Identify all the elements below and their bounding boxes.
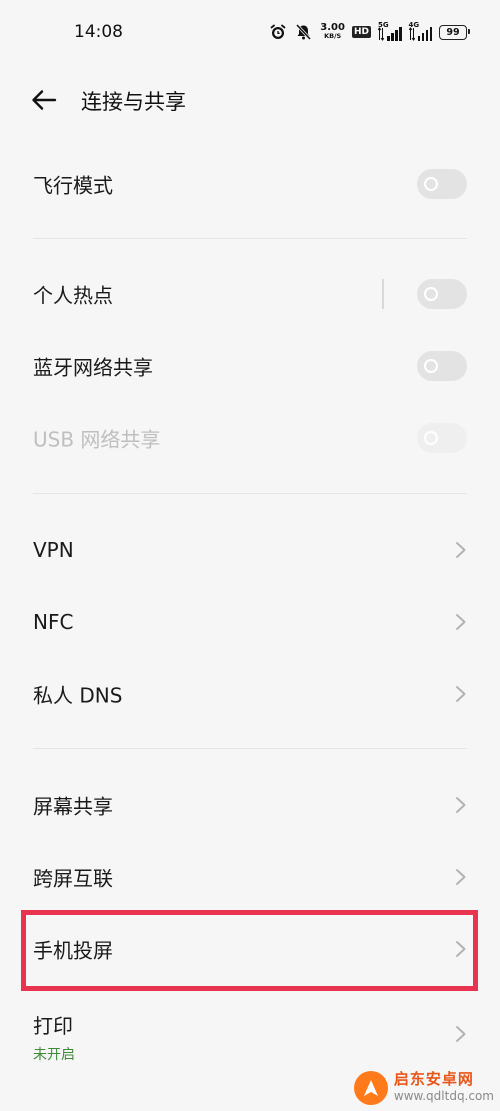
personal-hotspot-row[interactable]: 个人热点 [0, 258, 500, 330]
watermark-logo-icon [353, 1071, 388, 1105]
section-divider [33, 748, 467, 749]
sim2-signal-icon: 4G [408, 21, 432, 41]
phone-cast-label: 手机投屏 [33, 938, 113, 963]
usb-tethering-toggle [417, 423, 467, 453]
personal-hotspot-label: 个人热点 [33, 283, 113, 308]
chevron-right-icon [456, 869, 466, 885]
bluetooth-tethering-label: 蓝牙网络共享 [33, 355, 153, 380]
battery-icon: 99 [439, 24, 470, 40]
net-speed-unit: KB/S [324, 32, 342, 40]
watermark-text: 启东安卓网 www.qdltdq.com [394, 1071, 494, 1105]
airplane-mode-toggle[interactable] [417, 169, 467, 199]
watermark: 启东安卓网 www.qdltdq.com [353, 1071, 494, 1105]
status-bar: 14:08 3.00 KB/S HD 5G 4G 99 [0, 0, 500, 64]
hd-voice-badge: HD [351, 26, 371, 38]
battery-level: 99 [446, 26, 460, 38]
sim1-signal-icon: 5G [378, 21, 402, 41]
screen-share-row[interactable]: 屏幕共享 [0, 769, 500, 841]
bluetooth-tethering-row[interactable]: 蓝牙网络共享 [0, 330, 500, 402]
airplane-mode-row[interactable]: 飞行模式 [0, 148, 500, 220]
back-button[interactable] [22, 82, 66, 118]
data-arrows-icon [378, 27, 384, 41]
sim2-network-label: 4G [408, 21, 420, 29]
mute-icon [296, 23, 312, 41]
toggle-knob [424, 359, 438, 373]
alarm-icon [270, 24, 286, 39]
chevron-right-icon [456, 686, 466, 702]
back-arrow-icon [32, 90, 57, 110]
chevron-right-icon [456, 614, 466, 630]
chevron-right-icon [456, 941, 466, 957]
chevron-right-icon [456, 542, 466, 558]
chevron-right-icon [456, 1026, 466, 1042]
vertical-divider [382, 279, 384, 309]
vpn-label: VPN [33, 538, 74, 562]
screen-share-label: 屏幕共享 [33, 794, 113, 819]
net-speed: 3.00 KB/S [320, 23, 345, 41]
status-time: 14:08 [74, 22, 123, 42]
toggle-knob [424, 431, 438, 445]
section-divider [33, 493, 467, 494]
section-divider [33, 238, 467, 239]
watermark-name: 启东安卓网 [393, 1070, 474, 1088]
data-arrows-icon [408, 27, 415, 41]
print-status: 未开启 [33, 1047, 75, 1063]
bluetooth-tethering-toggle[interactable] [417, 351, 467, 381]
nfc-row[interactable]: NFC [0, 586, 500, 658]
print-label: 打印 [33, 1014, 73, 1038]
nfc-label: NFC [33, 610, 74, 634]
toggle-knob [424, 287, 438, 301]
sim1-network-label: 5G [378, 21, 389, 29]
vpn-row[interactable]: VPN [0, 514, 500, 586]
chevron-right-icon [456, 797, 466, 813]
private-dns-label: 私人 DNS [33, 683, 123, 708]
watermark-url: www.qdltdq.com [393, 1089, 494, 1103]
print-row[interactable]: 打印 未开启 [0, 994, 500, 1074]
airplane-mode-label: 飞行模式 [33, 173, 113, 198]
usb-tethering-row: USB 网络共享 [0, 402, 500, 474]
net-speed-value: 3.00 [320, 22, 345, 33]
page-title: 连接与共享 [81, 90, 186, 114]
cross-screen-row[interactable]: 跨屏互联 [0, 841, 500, 913]
cross-screen-label: 跨屏互联 [33, 866, 113, 891]
status-icons: 3.00 KB/S HD 5G 4G 99 [269, 20, 470, 44]
personal-hotspot-toggle[interactable] [417, 279, 467, 309]
toggle-knob [424, 177, 438, 191]
header: 连接与共享 [0, 72, 500, 128]
private-dns-row[interactable]: 私人 DNS [0, 658, 500, 730]
phone-cast-row[interactable]: 手机投屏 [0, 913, 500, 985]
usb-tethering-label: USB 网络共享 [33, 427, 161, 452]
